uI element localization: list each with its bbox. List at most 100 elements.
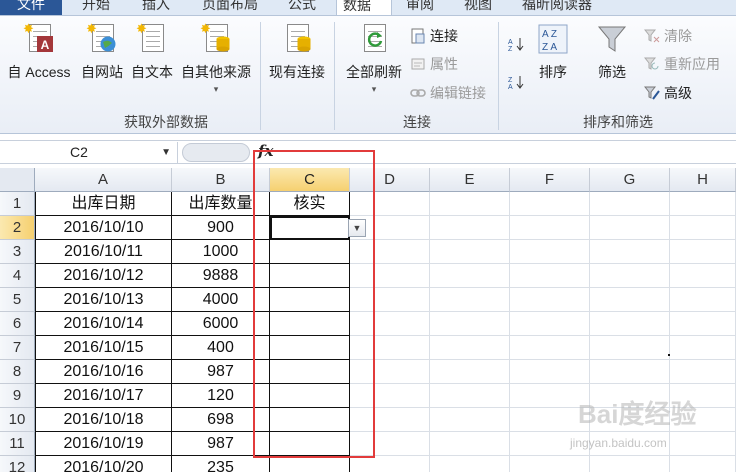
cell-d11[interactable] xyxy=(350,432,430,456)
cell-b10[interactable]: 698 xyxy=(172,408,270,432)
row-header-1[interactable]: 1 xyxy=(0,192,35,216)
row-header-2[interactable]: 2 xyxy=(0,216,35,240)
cell-g12[interactable] xyxy=(590,456,670,472)
cell-g11[interactable] xyxy=(590,432,670,456)
cell-a10[interactable]: 2016/10/18 xyxy=(35,408,172,432)
cell-e5[interactable] xyxy=(430,288,510,312)
formula-input[interactable] xyxy=(282,142,736,163)
cell-e10[interactable] xyxy=(430,408,510,432)
cell-e3[interactable] xyxy=(430,240,510,264)
cell-c9[interactable] xyxy=(270,384,350,408)
cell-c6[interactable] xyxy=(270,312,350,336)
chevron-down-icon[interactable]: ▼ xyxy=(161,142,171,163)
cell-a12[interactable]: 2016/10/20 xyxy=(35,456,172,472)
cell-h4[interactable] xyxy=(670,264,736,288)
cell-a6[interactable]: 2016/10/14 xyxy=(35,312,172,336)
cell-a5[interactable]: 2016/10/13 xyxy=(35,288,172,312)
cell-h12[interactable] xyxy=(670,456,736,472)
cell-f7[interactable] xyxy=(510,336,590,360)
cell-e12[interactable] xyxy=(430,456,510,472)
cell-d12[interactable] xyxy=(350,456,430,472)
formula-bar-handle[interactable] xyxy=(182,143,250,162)
cell-d5[interactable] xyxy=(350,288,430,312)
cell-b4[interactable]: 9888 xyxy=(172,264,270,288)
cell-e6[interactable] xyxy=(430,312,510,336)
cell-a4[interactable]: 2016/10/12 xyxy=(35,264,172,288)
cell-f3[interactable] xyxy=(510,240,590,264)
sort-descending-button[interactable]: ZA xyxy=(508,72,528,92)
cell-h11[interactable] xyxy=(670,432,736,456)
cell-e11[interactable] xyxy=(430,432,510,456)
cell-h9[interactable] xyxy=(670,384,736,408)
cell-f11[interactable] xyxy=(510,432,590,456)
cell-h6[interactable] xyxy=(670,312,736,336)
row-header-12[interactable]: 12 xyxy=(0,456,35,472)
cell-b6[interactable]: 6000 xyxy=(172,312,270,336)
cell-d6[interactable] xyxy=(350,312,430,336)
cell-b2[interactable]: 900 xyxy=(172,216,270,240)
cell-a1[interactable]: 出库日期 xyxy=(35,192,172,216)
sort-ascending-button[interactable]: AZ xyxy=(508,34,528,54)
row-header-3[interactable]: 3 xyxy=(0,240,35,264)
cell-h2[interactable] xyxy=(670,216,736,240)
tab-review[interactable]: 审阅 xyxy=(400,0,440,15)
cell-e8[interactable] xyxy=(430,360,510,384)
cell-g9[interactable] xyxy=(590,384,670,408)
cell-a7[interactable]: 2016/10/15 xyxy=(35,336,172,360)
edit-links-button[interactable]: 编辑链接 xyxy=(410,83,486,103)
existing-connections-button[interactable]: 现有连接 xyxy=(265,22,329,82)
cell-d1[interactable] xyxy=(350,192,430,216)
column-header-h[interactable]: H xyxy=(670,168,736,192)
advanced-filter-button[interactable]: 高级 xyxy=(644,83,692,103)
cell-b8[interactable]: 987 xyxy=(172,360,270,384)
cell-h8[interactable] xyxy=(670,360,736,384)
clear-filter-button[interactable]: 清除 xyxy=(644,26,692,46)
cell-f10[interactable] xyxy=(510,408,590,432)
tab-page-layout[interactable]: 页面布局 xyxy=(196,0,264,15)
cell-c3[interactable] xyxy=(270,240,350,264)
tab-insert[interactable]: 插入 xyxy=(136,0,176,15)
tab-data[interactable]: 数据 xyxy=(336,0,392,15)
cell-b7[interactable]: 400 xyxy=(172,336,270,360)
cell-d7[interactable] xyxy=(350,336,430,360)
cell-d3[interactable] xyxy=(350,240,430,264)
column-header-a[interactable]: A xyxy=(35,168,172,192)
cell-g5[interactable] xyxy=(590,288,670,312)
cell-c11[interactable] xyxy=(270,432,350,456)
refresh-all-button[interactable]: 全部刷新 ▾ xyxy=(340,22,408,95)
cell-b9[interactable]: 120 xyxy=(172,384,270,408)
cell-h7[interactable] xyxy=(670,336,736,360)
insert-function-icon[interactable]: fx xyxy=(258,142,273,160)
column-header-f[interactable]: F xyxy=(510,168,590,192)
cell-e7[interactable] xyxy=(430,336,510,360)
row-header-6[interactable]: 6 xyxy=(0,312,35,336)
select-all-corner[interactable] xyxy=(0,168,35,192)
cell-f5[interactable] xyxy=(510,288,590,312)
column-header-g[interactable]: G xyxy=(590,168,670,192)
cell-c10[interactable] xyxy=(270,408,350,432)
column-header-b[interactable]: B xyxy=(172,168,270,192)
cell-h3[interactable] xyxy=(670,240,736,264)
properties-button[interactable]: 属性 xyxy=(410,54,458,74)
tab-file[interactable]: 文件 xyxy=(0,0,62,15)
cell-b12[interactable]: 235 xyxy=(172,456,270,472)
cell-c1[interactable]: 核实 xyxy=(270,192,350,216)
cell-f12[interactable] xyxy=(510,456,590,472)
cell-g8[interactable] xyxy=(590,360,670,384)
cell-h5[interactable] xyxy=(670,288,736,312)
cell-e1[interactable] xyxy=(430,192,510,216)
cell-a8[interactable]: 2016/10/16 xyxy=(35,360,172,384)
cell-c2[interactable] xyxy=(270,216,350,240)
cell-d10[interactable] xyxy=(350,408,430,432)
tab-formulas[interactable]: 公式 xyxy=(282,0,322,15)
cell-g2[interactable] xyxy=(590,216,670,240)
cell-h10[interactable] xyxy=(670,408,736,432)
cell-b1[interactable]: 出库数量 xyxy=(172,192,270,216)
row-header-4[interactable]: 4 xyxy=(0,264,35,288)
row-header-10[interactable]: 10 xyxy=(0,408,35,432)
cell-b3[interactable]: 1000 xyxy=(172,240,270,264)
cell-f6[interactable] xyxy=(510,312,590,336)
row-header-7[interactable]: 7 xyxy=(0,336,35,360)
cell-f1[interactable] xyxy=(510,192,590,216)
cell-b5[interactable]: 4000 xyxy=(172,288,270,312)
